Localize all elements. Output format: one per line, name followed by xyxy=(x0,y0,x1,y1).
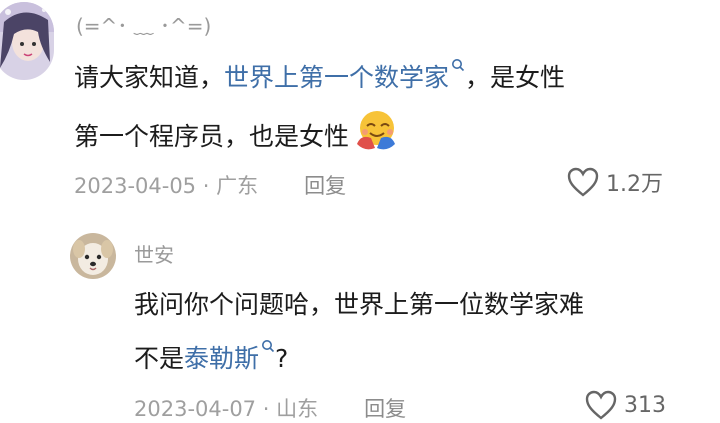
reply-reply-button[interactable]: 回复 xyxy=(364,397,406,421)
reply-date: 2023-04-07 xyxy=(134,397,257,421)
reply-meta: 2023-04-07 · 山东 回复 xyxy=(134,393,406,423)
search-icon xyxy=(452,59,465,72)
reply-item: 世安 我问你个问题哈，世界上第一位数学家难 不是泰勒斯? 2023-04-07 … xyxy=(0,225,720,421)
reply-text-line1: 我问你个问题哈，世界上第一位数学家难 xyxy=(134,290,585,319)
reply-location: 山东 xyxy=(276,397,319,421)
meta-separator: · xyxy=(202,174,210,198)
reply-search-link[interactable]: 泰勒斯 xyxy=(184,340,275,373)
comment-username[interactable]: (=^･ ﹏ ･^=) xyxy=(76,10,211,39)
comment-text-line2: 第一个程序员，也是女性 xyxy=(74,108,399,168)
comment-text-before: 请大家知道， xyxy=(74,63,225,92)
comment-item: (=^･ ﹏ ･^=) 请大家知道，世界上第一个数学家 ，是女性 第一个程序员，也… xyxy=(0,0,720,215)
reply-username[interactable]: 世安 xyxy=(134,239,174,268)
reply-avatar[interactable] xyxy=(70,233,116,279)
reply-search-link-text[interactable]: 泰勒斯 xyxy=(184,344,259,373)
hugging-face-icon xyxy=(353,108,399,168)
comment-text-line1: 请大家知道，世界上第一个数学家 ，是女性 xyxy=(74,54,565,102)
reply-like-button[interactable]: 313 xyxy=(584,389,666,421)
reply-like-count: 313 xyxy=(624,392,666,418)
search-icon xyxy=(262,340,275,353)
comment-date: 2023-04-05 xyxy=(74,174,197,198)
search-link-text[interactable]: 世界上第一个数学家 xyxy=(224,63,449,92)
comment-meta: 2023-04-05 · 广东 回复 xyxy=(74,170,346,200)
heart-icon[interactable] xyxy=(584,389,618,421)
comment-location: 广东 xyxy=(216,174,259,198)
like-count: 1.2万 xyxy=(606,172,663,197)
heart-icon[interactable] xyxy=(566,166,600,198)
meta-separator: · xyxy=(262,397,270,421)
avatar[interactable] xyxy=(0,2,54,80)
reply-button[interactable]: 回复 xyxy=(304,174,346,198)
comment-text-line2-content: 第一个程序员，也是女性 xyxy=(74,122,350,151)
search-link[interactable]: 世界上第一个数学家 xyxy=(224,59,465,92)
like-button[interactable]: 1.2万 xyxy=(566,166,663,198)
reply-text-before: 不是 xyxy=(134,344,185,373)
comment-text-after: ，是女性 xyxy=(465,63,566,92)
reply-text-line2: 不是泰勒斯? xyxy=(134,335,288,383)
reply-text-after: ? xyxy=(275,344,289,373)
